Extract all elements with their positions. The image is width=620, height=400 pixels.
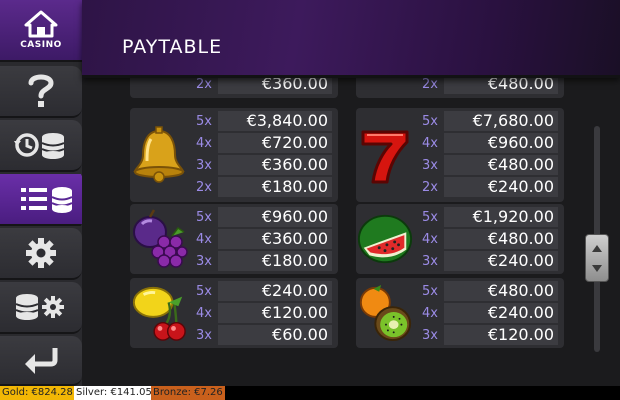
casino-home-button[interactable]: CASINO bbox=[0, 0, 82, 62]
paytable-cell-seven: 5x €7,680.00 4x €960.00 3x €480.00 2x €240.0… bbox=[356, 108, 564, 202]
paytable-cell-orange-kiwi: 5x €480.00 4x €240.00 3x €120.00 bbox=[356, 278, 564, 348]
paytable-cell-plum-grapes: 5x €960.00 4x €360.00 3x €180.00 bbox=[130, 204, 338, 274]
payout-value: €240.00 bbox=[218, 281, 332, 301]
seven-icon bbox=[361, 130, 409, 184]
silver-jackpot: Silver: €141.05 bbox=[74, 386, 154, 400]
chevron-down-icon bbox=[592, 265, 602, 272]
payout-value: €60.00 bbox=[218, 325, 332, 345]
multiplier: 2x bbox=[422, 180, 438, 195]
multiplier: 3x bbox=[422, 328, 438, 343]
multiplier: 4x bbox=[422, 306, 438, 321]
multiplier: 4x bbox=[422, 232, 438, 247]
multiplier: 3x bbox=[422, 254, 438, 269]
payout-value: €360.00 bbox=[218, 78, 332, 94]
payout-value: €960.00 bbox=[218, 207, 332, 227]
payout-value: €720.00 bbox=[218, 133, 332, 153]
multiplier: 3x bbox=[196, 328, 212, 343]
multiplier: 5x bbox=[196, 114, 212, 129]
paytable-cell-bell: 5x €3,840.00 4x €720.00 3x €360.00 2x €180.0… bbox=[130, 108, 338, 202]
payout-value: €1,920.00 bbox=[444, 207, 558, 227]
payout-value: €180.00 bbox=[218, 251, 332, 271]
back-button[interactable] bbox=[0, 336, 82, 386]
payout-value: €240.00 bbox=[444, 251, 558, 271]
multiplier: 4x bbox=[196, 232, 212, 247]
paytable-content[interactable]: 2x €360.00 2x €480.00 5x €3,840.00 4x €7… bbox=[82, 78, 620, 386]
paytable-cell-watermelon: 5x €1,920.00 4x €480.00 3x €240.00 bbox=[356, 204, 564, 274]
orange-kiwi-icon bbox=[359, 284, 412, 342]
lemon-cherry-icon bbox=[132, 286, 186, 341]
multiplier: 5x bbox=[422, 210, 438, 225]
settings-button[interactable] bbox=[0, 228, 82, 280]
multiplier: 2x bbox=[196, 78, 212, 92]
multiplier: 3x bbox=[196, 254, 212, 269]
history-button[interactable] bbox=[0, 120, 82, 172]
gold-jackpot: Gold: €824.28 bbox=[0, 386, 75, 400]
multiplier: 5x bbox=[422, 284, 438, 299]
payout-value: €360.00 bbox=[218, 155, 332, 175]
multiplier: 5x bbox=[196, 284, 212, 299]
watermelon-icon bbox=[357, 214, 413, 264]
paytable-icon bbox=[21, 187, 73, 213]
header-bar: PAYTABLE bbox=[82, 0, 620, 78]
payout-value: €180.00 bbox=[218, 177, 332, 197]
payout-value: €960.00 bbox=[444, 133, 558, 153]
payout-value: €480.00 bbox=[444, 281, 558, 301]
page-title: PAYTABLE bbox=[122, 36, 223, 58]
help-icon bbox=[28, 74, 54, 107]
coin-settings-icon bbox=[15, 294, 64, 320]
multiplier: 4x bbox=[196, 136, 212, 151]
sidebar: CASINO bbox=[0, 0, 94, 386]
paytable-cell-partial-left: 2x €360.00 bbox=[130, 78, 338, 98]
payout-value: €480.00 bbox=[444, 229, 558, 249]
paytable-cell-partial-right: 2x €480.00 bbox=[356, 78, 564, 98]
gear-icon bbox=[26, 238, 56, 268]
scrollbar-thumb[interactable] bbox=[585, 234, 609, 282]
multiplier: 3x bbox=[196, 158, 212, 173]
history-icon bbox=[14, 133, 65, 159]
paytable-button[interactable] bbox=[0, 174, 94, 226]
payout-value: €480.00 bbox=[444, 78, 558, 94]
jackpot-status-bar: Gold: €824.28 Silver: €141.05 Bronze: €7… bbox=[0, 386, 620, 400]
multiplier: 4x bbox=[422, 136, 438, 151]
multiplier: 4x bbox=[196, 306, 212, 321]
app: CASINO PAYTABLE 2x €360.00 2x €480.00 5x… bbox=[0, 0, 620, 400]
help-button[interactable] bbox=[0, 66, 82, 118]
payout-value: €240.00 bbox=[444, 177, 558, 197]
payout-value: €120.00 bbox=[218, 303, 332, 323]
paytable-cell-lemon-cherry: 5x €240.00 4x €120.00 3x €60.00 bbox=[130, 278, 338, 348]
multiplier: 5x bbox=[196, 210, 212, 225]
coin-settings-button[interactable] bbox=[0, 282, 82, 334]
multiplier: 2x bbox=[196, 180, 212, 195]
multiplier: 2x bbox=[422, 78, 438, 92]
payout-value: €120.00 bbox=[444, 325, 558, 345]
multiplier: 3x bbox=[422, 158, 438, 173]
chevron-up-icon bbox=[592, 245, 602, 252]
plum-grapes-icon bbox=[133, 209, 188, 268]
multiplier: 5x bbox=[422, 114, 438, 129]
house-icon bbox=[24, 10, 58, 38]
bell-icon bbox=[133, 126, 185, 183]
payout-value: €360.00 bbox=[218, 229, 332, 249]
back-arrow-icon bbox=[25, 348, 58, 374]
payout-value: €7,680.00 bbox=[444, 111, 558, 131]
bronze-jackpot: Bronze: €7.26 bbox=[151, 386, 225, 400]
payout-value: €240.00 bbox=[444, 303, 558, 323]
payout-value: €480.00 bbox=[444, 155, 558, 175]
casino-label: CASINO bbox=[20, 40, 62, 50]
payout-value: €3,840.00 bbox=[218, 111, 332, 131]
